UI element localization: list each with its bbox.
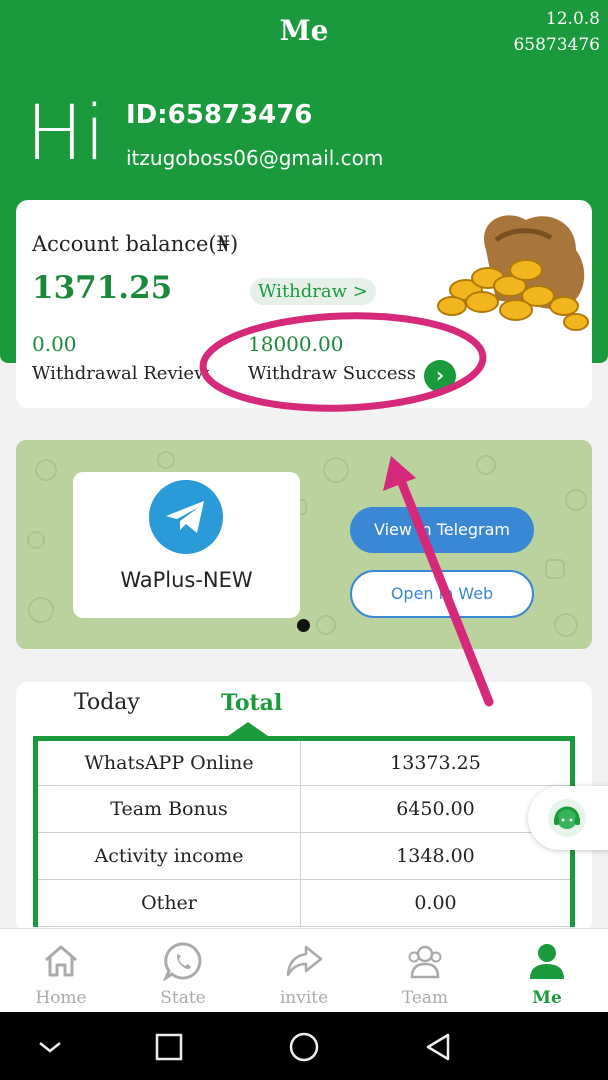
version-info: 12.0.8 65873476	[513, 6, 600, 58]
tab-home[interactable]: Home	[0, 929, 122, 1013]
view-in-telegram-button[interactable]: View in Telegram	[350, 507, 534, 553]
back-icon[interactable]	[422, 1030, 456, 1064]
telegram-icon	[149, 480, 223, 554]
table-row: Other 0.00	[35, 879, 573, 927]
open-in-web-button[interactable]: Open in Web	[350, 570, 534, 618]
table-row: Team Bonus 6450.00	[35, 785, 573, 833]
person-icon	[530, 944, 564, 979]
row-label: Other	[35, 879, 301, 927]
telegram-banner[interactable]: WaPlus-NEW View in Telegram Open in Web	[16, 440, 592, 649]
tab-today[interactable]: Today	[74, 690, 140, 715]
telegram-app-name: WaPlus-NEW	[120, 568, 253, 592]
account-balance-label: Account balance(₦)	[32, 232, 239, 256]
row-value: 0.00	[300, 879, 573, 927]
row-value: 13373.25	[300, 738, 573, 786]
user-id: ID:65873476	[126, 100, 313, 130]
tab-label: Team	[401, 988, 449, 1008]
telegram-app-card: WaPlus-NEW	[73, 472, 300, 618]
tab-label: State	[160, 988, 206, 1008]
tab-total[interactable]: Total	[221, 690, 282, 716]
headset-icon	[548, 799, 586, 837]
tab-label: invite	[279, 988, 329, 1008]
tab-state[interactable]: State	[122, 929, 244, 1013]
income-stats-card: Today Total WhatsAPP Online 13373.25 Tea…	[16, 682, 592, 932]
row-label: WhatsAPP Online	[35, 738, 301, 786]
row-label: Team Bonus	[35, 785, 301, 833]
greeting: Hi	[26, 88, 107, 177]
withdraw-success-label: Withdraw Success	[248, 363, 416, 384]
bottom-tab-bar: Home State invite Team Me	[0, 928, 608, 1012]
withdraw-success-amount: 18000.00	[248, 332, 344, 356]
home-icon	[45, 945, 77, 977]
account-balance-card: Account balance(₦) 1371.25 Withdraw > 0.…	[16, 200, 592, 408]
user-email: itzugoboss06@gmail.com	[126, 146, 384, 170]
share-icon	[286, 945, 323, 977]
version-number: 12.0.8	[545, 9, 600, 29]
income-table: WhatsAPP Online 13373.25 Team Bonus 6450…	[33, 736, 575, 927]
whatsapp-icon	[163, 942, 202, 981]
version-id: 65873476	[513, 35, 600, 55]
system-nav-bar	[0, 1012, 608, 1080]
table-row: Activity income 1348.00	[35, 832, 573, 880]
coin-bag-icon	[437, 215, 589, 331]
withdrawal-review-amount: 0.00	[32, 332, 77, 356]
chevron-right-icon[interactable]: ›	[424, 360, 456, 392]
home-circle-icon[interactable]	[287, 1030, 321, 1064]
customer-support-button[interactable]	[528, 786, 608, 850]
row-value: 1348.00	[300, 832, 573, 880]
withdrawal-review-label: Withdrawal Review	[32, 363, 210, 384]
tab-team[interactable]: Team	[364, 929, 486, 1013]
team-icon	[408, 945, 442, 979]
withdraw-button[interactable]: Withdraw >	[250, 278, 376, 305]
chevron-down-icon[interactable]	[33, 1030, 67, 1064]
tab-me[interactable]: Me	[486, 929, 608, 1013]
carousel-indicator[interactable]	[297, 619, 310, 632]
tab-invite[interactable]: invite	[243, 929, 365, 1013]
recents-icon[interactable]	[152, 1030, 186, 1064]
tab-label: Home	[35, 988, 87, 1008]
row-label: Activity income	[35, 832, 301, 880]
account-balance-value: 1371.25	[32, 270, 173, 306]
active-tab-pointer	[228, 722, 268, 736]
table-row: WhatsAPP Online 13373.25	[35, 738, 573, 786]
tab-label: Me	[532, 988, 562, 1008]
